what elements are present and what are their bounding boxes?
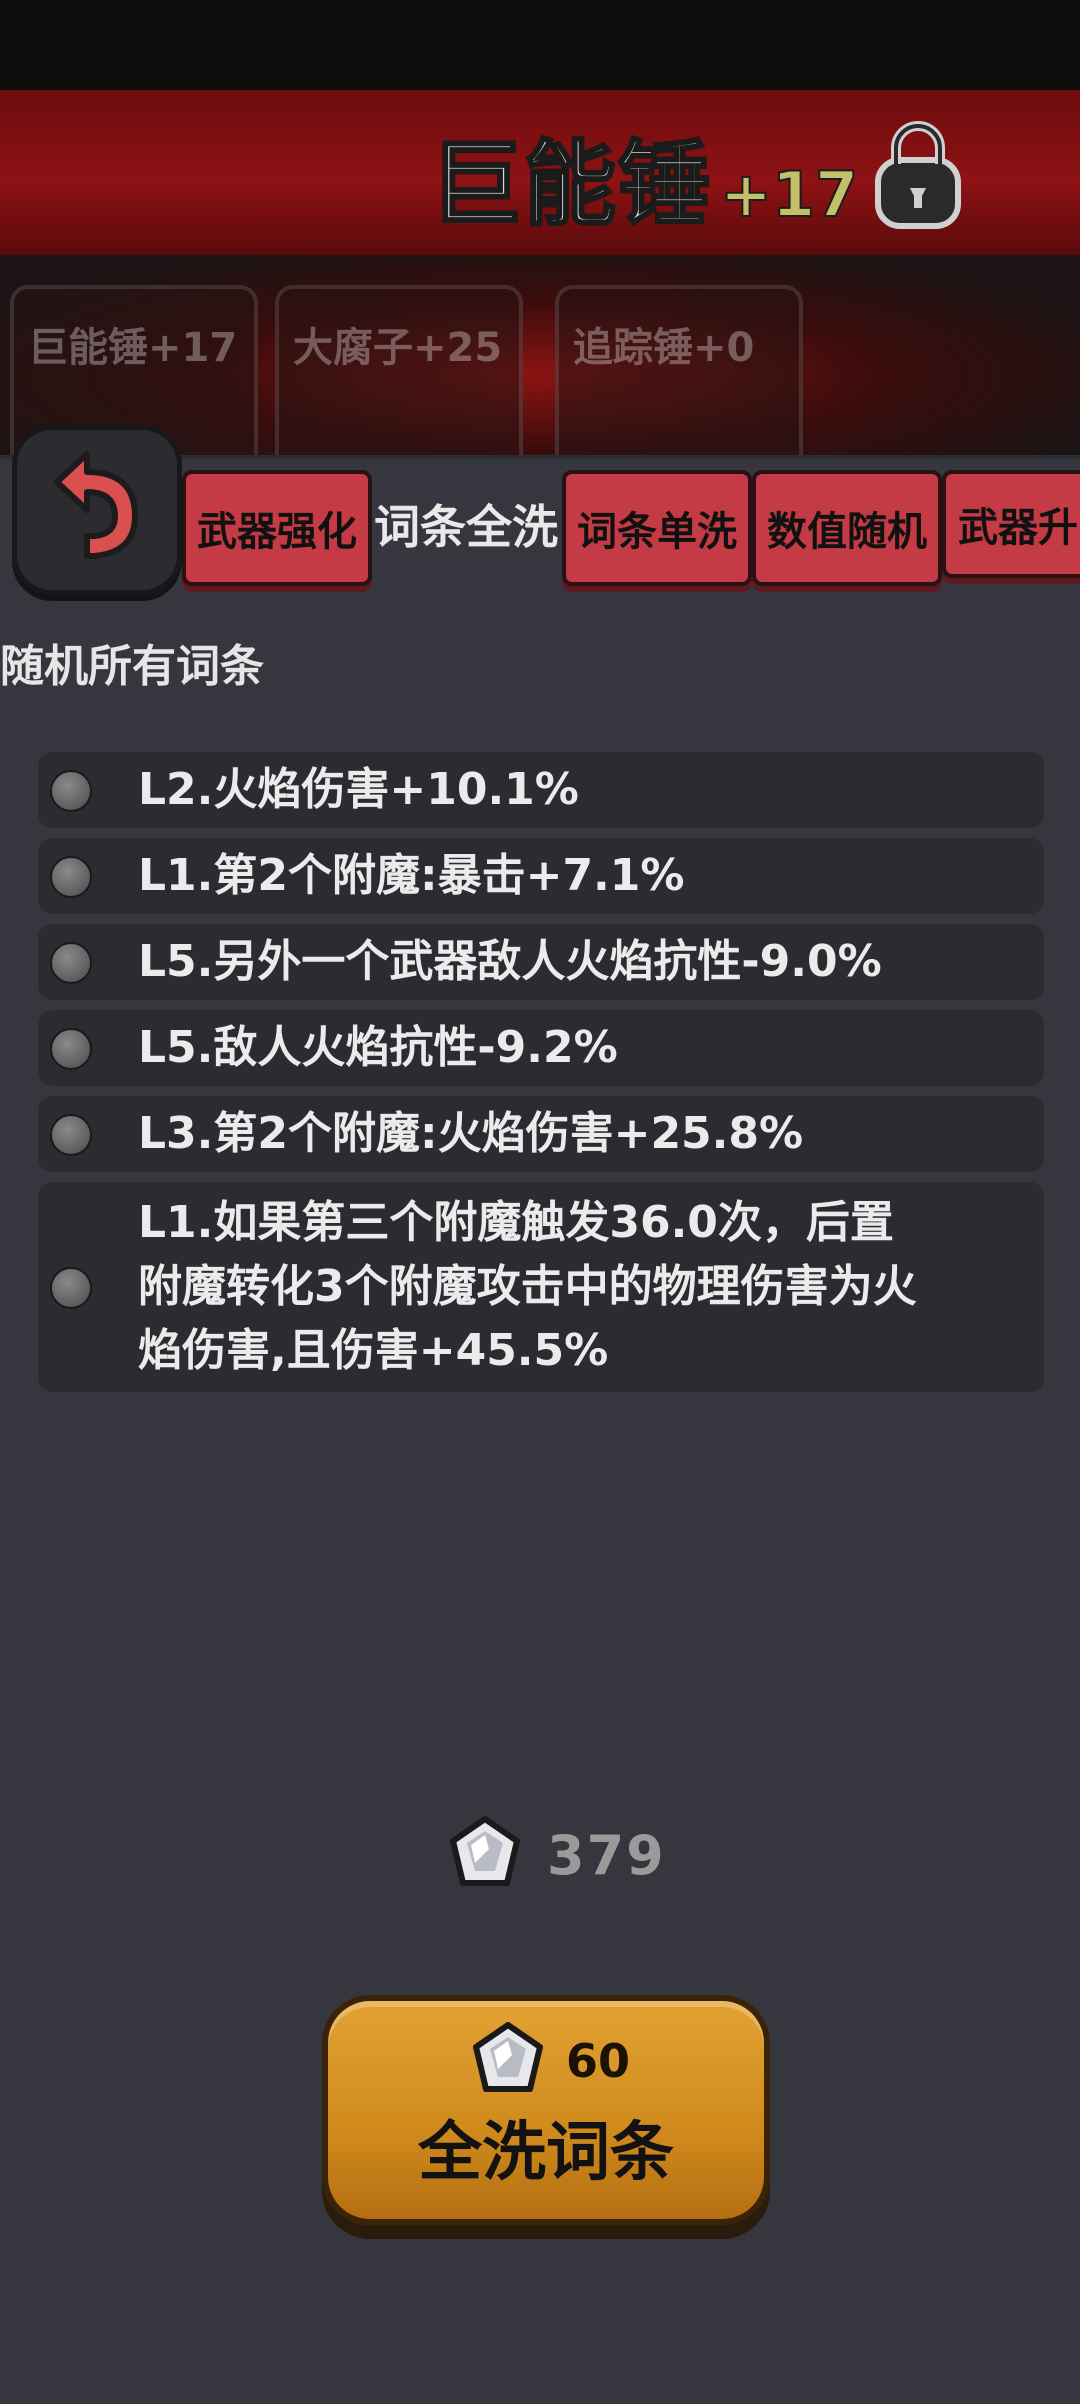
affix-text: L3.第2个附魔:火焰伤害+25.8% [138,1108,804,1159]
tab-weapon-upgrade[interactable]: 武器升阶 [942,470,1080,578]
affix-row: L1.第2个附魔:暴击+7.1% [38,838,1044,914]
reroll-button-label: 全洗词条 [418,2116,674,2190]
tab-reroll-all[interactable]: 词条全洗 [372,470,560,578]
currency-display: 379 [445,1815,666,1895]
tab-value-random[interactable]: 数值随机 [752,470,942,586]
crystal-gem-icon [473,2022,543,2092]
weapon-level: +17 [719,157,859,232]
weapon-title: 巨能锤 +17 [428,110,859,240]
affix-row: L5.敌人火焰抗性-9.2% [38,1010,1044,1086]
affix-text: L5.敌人火焰抗性-9.2% [138,1022,618,1073]
currency-amount: 379 [547,1823,666,1887]
affix-bullet-icon [50,770,92,812]
affix-text: L5.另外一个武器敌人火焰抗性-9.0% [138,936,882,987]
weapon-carousel[interactable]: 巨能锤+17 大腐子+25 追踪锤+0 [0,255,1080,455]
affix-bullet-icon [50,942,92,984]
affix-bullet-icon [50,856,92,898]
affix-row: L3.第2个附魔:火焰伤害+25.8% [38,1096,1044,1172]
weapon-name: 巨能锤 [428,130,713,240]
weapon-card-label: 追踪锤+0 [573,325,755,371]
status-strip [0,0,1080,95]
tab-reroll-single[interactable]: 词条单洗 [562,470,752,586]
weapon-card-label: 大腐子+25 [293,325,503,371]
affix-bullet-icon [50,1028,92,1070]
affix-text: L2.火焰伤害+10.1% [138,764,579,815]
affix-bullet-icon [50,1114,92,1156]
weapon-card[interactable]: 追踪锤+0 [555,285,803,455]
reroll-all-button[interactable]: 60 全洗词条 [322,1995,770,2225]
section-title: 随机所有词条 [0,641,264,692]
crystal-gem-icon [450,1816,520,1886]
affix-row: L2.火焰伤害+10.1% [38,752,1044,828]
affix-text: L1.第2个附魔:暴击+7.1% [138,850,685,901]
affix-bullet-icon [50,1267,92,1309]
reroll-cost-value: 60 [566,2034,631,2088]
back-button[interactable] [12,425,182,595]
affix-list: L2.火焰伤害+10.1% L1.第2个附魔:暴击+7.1% L5.另外一个武器… [38,752,1044,1402]
affix-row: L1.如果第三个附魔触发36.0次，后置附魔转化3个附魔攻击中的物理伤害为火焰伤… [38,1182,1044,1392]
back-arrow-icon [54,451,138,559]
affix-row: L5.另外一个武器敌人火焰抗性-9.0% [38,924,1044,1000]
weapon-card-label: 巨能锤+17 [28,325,238,371]
lock-icon[interactable] [868,118,968,233]
reroll-cost: 60 [468,2021,630,2101]
affix-text: L1.如果第三个附魔触发36.0次，后置附魔转化3个附魔攻击中的物理伤害为火焰伤… [138,1197,917,1376]
weapon-card[interactable]: 大腐子+25 [275,285,523,455]
tab-weapon-enhance[interactable]: 武器强化 [182,470,372,586]
